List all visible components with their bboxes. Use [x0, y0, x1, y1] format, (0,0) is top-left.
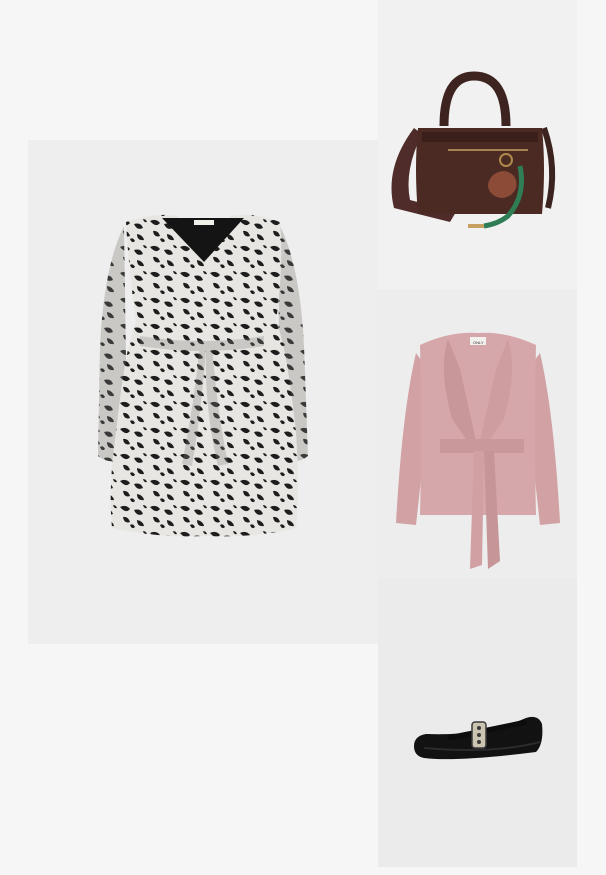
- dress-image: [98, 214, 308, 537]
- pink-coat-image: ONLY: [396, 332, 560, 569]
- bag-product-tile[interactable]: [378, 0, 577, 289]
- shoe-product-tile[interactable]: [378, 578, 577, 867]
- brand-label: ONLY: [473, 340, 484, 345]
- dress-product-tile[interactable]: [28, 140, 378, 644]
- handbag-image: [391, 71, 556, 229]
- ballet-flat-image: [414, 716, 543, 760]
- coat-product-tile[interactable]: ONLY: [378, 289, 577, 578]
